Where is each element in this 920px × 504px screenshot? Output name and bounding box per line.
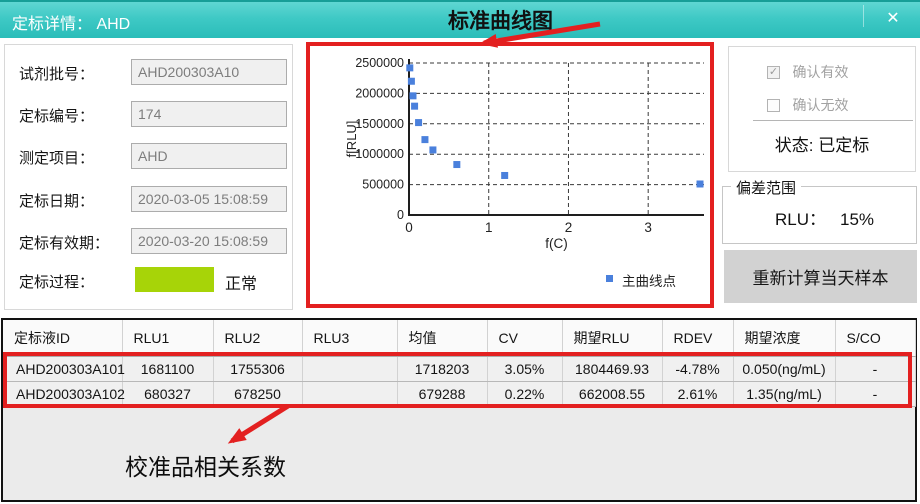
reagent-lot-row: 试剂批号：: [5, 59, 292, 86]
col-rdev: RDEV: [662, 320, 733, 356]
calibration-no-field[interactable]: [131, 101, 287, 127]
recalculate-samples-button[interactable]: 重新计算当天样本: [724, 250, 917, 303]
col-rlu3: RLU3: [302, 320, 397, 356]
window-title: 定标详情： AHD: [12, 10, 130, 34]
deviation-rlu-value: 15%: [840, 210, 874, 229]
deviation-rlu-label: RLU：: [775, 210, 826, 229]
col-rlu2: RLU2: [213, 320, 302, 356]
calibration-process-row: 定标过程： 正常: [5, 267, 292, 294]
confirm-panel: ✓ 确认有效 确认无效 状态: 已定标: [728, 46, 916, 172]
svg-text:3: 3: [644, 220, 652, 235]
assay-item-label: 测定项目：: [19, 147, 94, 168]
svg-text:0: 0: [405, 220, 413, 235]
cell-rlu2: 1755306: [213, 356, 302, 381]
process-status-bar: [135, 267, 214, 292]
confirm-valid-checkbox[interactable]: ✓: [767, 66, 780, 79]
divider: [753, 120, 913, 121]
cell-rlu3: [302, 356, 397, 381]
calibration-no-row: 定标编号：: [5, 101, 292, 128]
svg-text:f(C): f(C): [545, 236, 568, 251]
cell-rlu2: 678250: [213, 381, 302, 406]
deviation-rlu-line: RLU： 15%: [775, 205, 874, 230]
svg-text:1500000: 1500000: [355, 117, 404, 131]
svg-text:2500000: 2500000: [355, 56, 404, 70]
confirm-invalid-row: 确认无效: [767, 95, 848, 111]
cell-sco: -: [835, 356, 915, 381]
svg-text:f[RLU]: f[RLU]: [344, 121, 359, 158]
calibrator-table-panel: 定标液ID RLU1 RLU2 RLU3 均值 CV 期望RLU RDEV 期望…: [1, 318, 917, 502]
svg-text:1: 1: [485, 220, 493, 235]
standard-curve-chart: 0 500000 1000000 1500000 2000000 2500000 0 1 2 3 f…: [310, 46, 710, 304]
cell-sco: -: [835, 381, 915, 406]
cell-cv: 3.05%: [487, 356, 562, 381]
assay-item-field[interactable]: [131, 143, 287, 169]
titlebar-separator: [863, 5, 864, 27]
col-mean: 均值: [397, 320, 487, 356]
confirm-invalid-label: 确认无效: [792, 97, 848, 113]
calibration-date-label: 定标日期：: [19, 190, 94, 211]
col-expected-rlu: 期望RLU: [562, 320, 662, 356]
table-row[interactable]: AHD200303A101 1681100 1755306 1718203 3.…: [3, 356, 915, 381]
svg-text:1000000: 1000000: [355, 147, 404, 161]
cell-rdev: -4.78%: [662, 356, 733, 381]
standard-curve-panel: 0 500000 1000000 1500000 2000000 2500000 0 1 2 3 f…: [306, 42, 714, 308]
confirm-valid-row: ✓ 确认有效: [767, 62, 848, 78]
calibration-no-label: 定标编号：: [19, 105, 94, 126]
calibration-expiry-field[interactable]: [131, 228, 287, 254]
confirm-invalid-checkbox[interactable]: [767, 99, 780, 112]
calibration-expiry-row: 定标有效期：: [5, 228, 292, 255]
confirm-valid-label: 确认有效: [792, 64, 848, 80]
cell-id: AHD200303A101: [3, 356, 122, 381]
col-calibrator-id: 定标液ID: [3, 320, 122, 356]
cell-rlu1: 1681100: [122, 356, 213, 381]
cell-rlu3: [302, 381, 397, 406]
svg-text:0: 0: [397, 208, 404, 222]
deviation-range-group: 偏差范围 RLU：15%: [722, 186, 917, 244]
calibration-process-label: 定标过程：: [19, 271, 94, 292]
cell-expected-conc: 1.35(ng/mL): [733, 381, 835, 406]
calibrator-table: 定标液ID RLU1 RLU2 RLU3 均值 CV 期望RLU RDEV 期望…: [3, 320, 916, 407]
calibration-status-text: 状态: 已定标: [729, 131, 915, 156]
cell-cv: 0.22%: [487, 381, 562, 406]
title-bar: 定标详情： AHD 标准曲线图 ✕: [0, 0, 920, 38]
col-rlu1: RLU1: [122, 320, 213, 356]
svg-text:主曲线点: 主曲线点: [622, 274, 676, 289]
col-expected-conc: 期望浓度: [733, 320, 835, 356]
calibration-info-panel: 试剂批号： 定标编号： 测定项目： 定标日期： 定标有效期： 定标过程： 正常: [4, 44, 293, 310]
reagent-lot-field[interactable]: [131, 59, 287, 85]
cell-id: AHD200303A102: [3, 381, 122, 406]
col-sco: S/CO: [835, 320, 915, 356]
cell-rlu1: 680327: [122, 381, 213, 406]
cell-expected-rlu: 662008.55: [562, 381, 662, 406]
cell-mean: 679288: [397, 381, 487, 406]
process-status-text: 正常: [225, 270, 257, 294]
svg-text:2000000: 2000000: [355, 86, 404, 100]
col-cv: CV: [487, 320, 562, 356]
assay-item-row: 测定项目：: [5, 143, 292, 170]
table-row[interactable]: AHD200303A102 680327 678250 679288 0.22%…: [3, 381, 915, 406]
svg-text:500000: 500000: [362, 178, 404, 192]
calibration-date-row: 定标日期：: [5, 186, 292, 213]
cell-mean: 1718203: [397, 356, 487, 381]
table-header-row: 定标液ID RLU1 RLU2 RLU3 均值 CV 期望RLU RDEV 期望…: [3, 320, 915, 356]
close-icon[interactable]: ✕: [876, 7, 910, 31]
cell-expected-conc: 0.050(ng/mL): [733, 356, 835, 381]
reagent-lot-label: 试剂批号：: [19, 63, 94, 84]
cell-rdev: 2.61%: [662, 381, 733, 406]
calibration-expiry-label: 定标有效期：: [19, 232, 109, 253]
chart-annotation-label: 标准曲线图: [448, 5, 553, 35]
table-annotation-label: 校准品相关系数: [125, 448, 286, 482]
cell-expected-rlu: 1804469.93: [562, 356, 662, 381]
calibration-date-field[interactable]: [131, 186, 287, 212]
svg-text:2: 2: [565, 220, 573, 235]
deviation-range-title: 偏差范围: [731, 177, 801, 198]
